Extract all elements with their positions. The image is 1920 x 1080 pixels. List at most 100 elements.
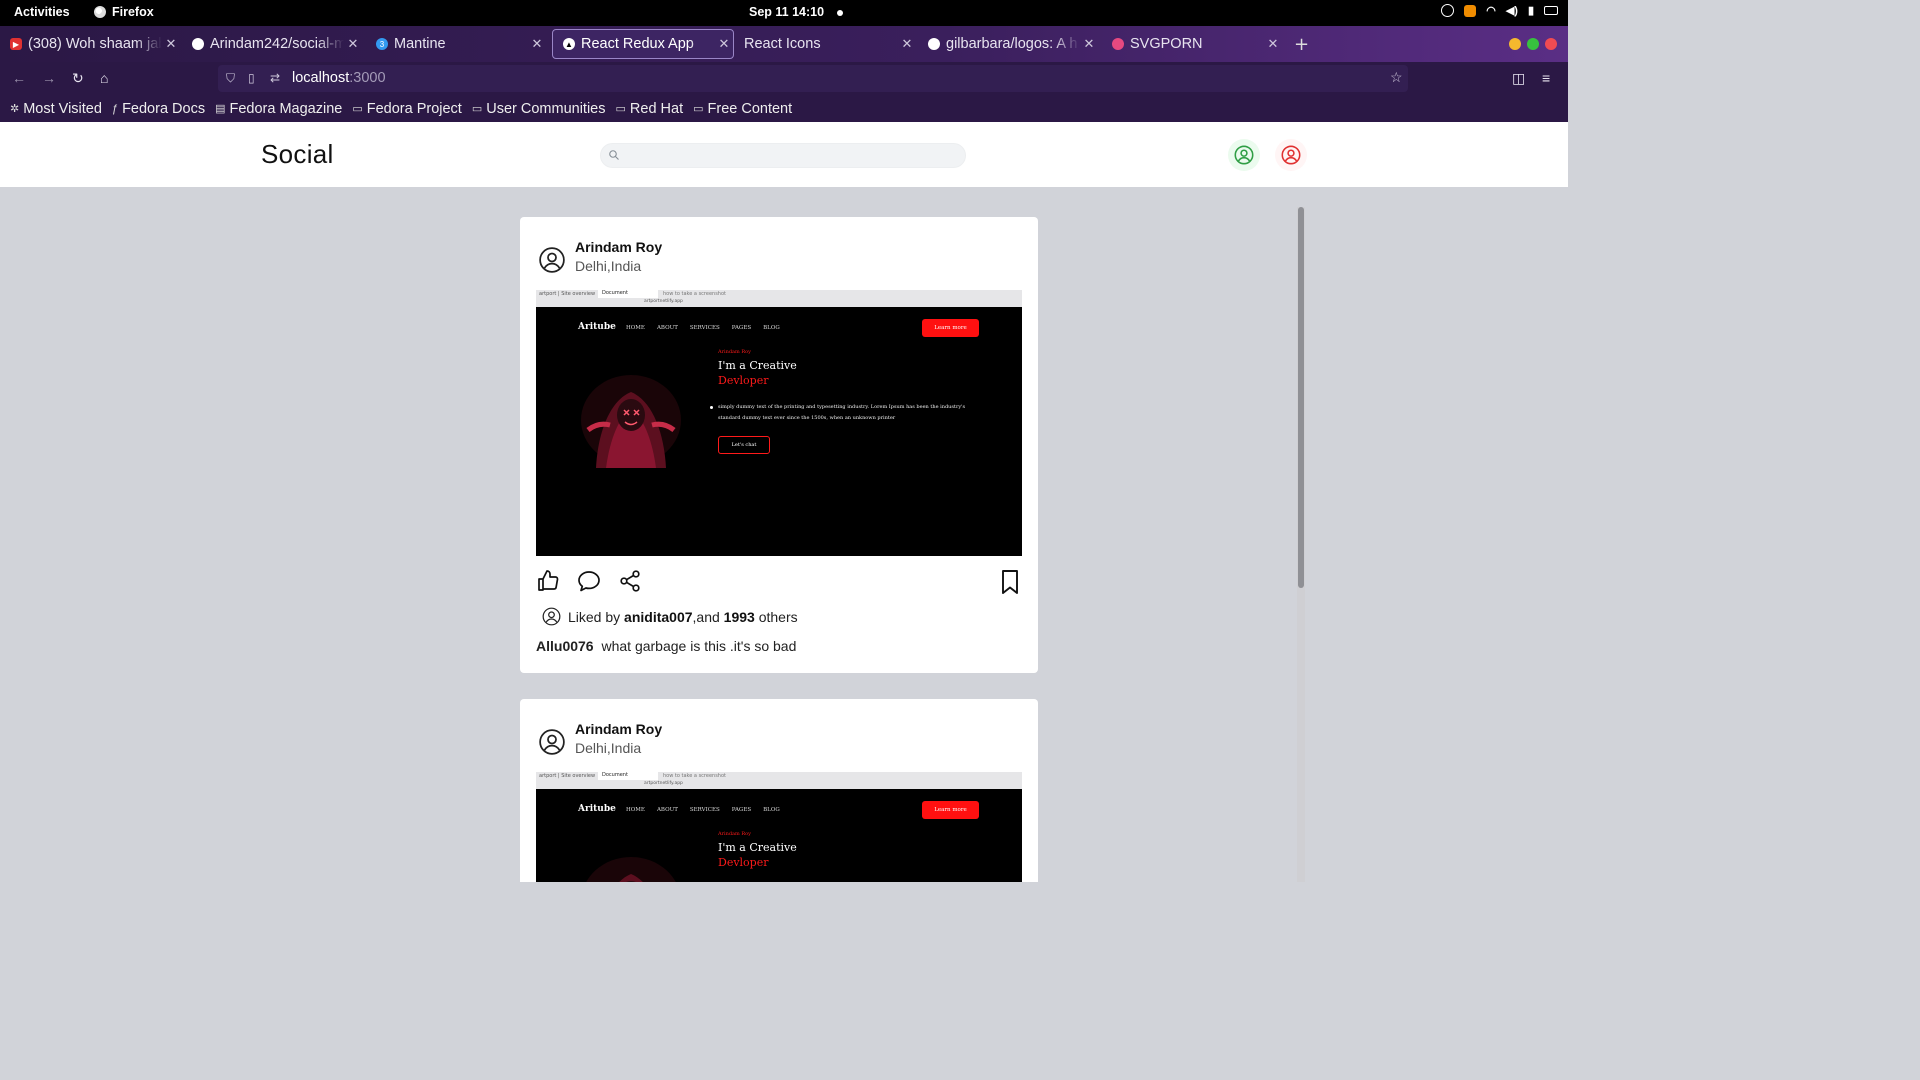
bookmark-red-hat[interactable]: ▭ Red Hat <box>616 101 684 117</box>
search-bar[interactable] <box>600 143 966 168</box>
system-top-bar: Activities Firefox Sep 11 14:10 ◠ ◀) ▮ <box>0 0 1568 26</box>
user-circle-icon <box>1281 145 1301 165</box>
app-header: Social <box>0 122 1568 187</box>
logout-button[interactable] <box>1275 139 1307 171</box>
shield-icon[interactable]: ⛉ <box>226 71 235 86</box>
close-window-button[interactable] <box>1545 38 1557 50</box>
system-tray[interactable]: ◠ ◀) ▮ <box>1441 4 1558 17</box>
like-icon[interactable] <box>536 569 560 593</box>
close-tab-icon[interactable]: ✕ <box>1264 36 1282 52</box>
app-menu[interactable]: Firefox <box>94 5 154 19</box>
likes-prefix: Liked by <box>568 608 621 625</box>
navigation-toolbar: ← → ↻ ⌂ ⛉ ▯ ⇄ localhost:3000 ☆ ◫ ≡ <box>0 62 1568 95</box>
accessibility-icon[interactable] <box>1441 4 1455 17</box>
github-icon <box>928 38 940 50</box>
author-name[interactable]: Arindam Roy <box>575 721 662 737</box>
preview-browser-chrome: artport | Site overview Document how to … <box>536 772 1022 789</box>
preview-description: simply dummy text of the printing and ty… <box>718 404 966 421</box>
preview-tab: artport | Site overview <box>539 773 596 779</box>
volume-icon: ◀) <box>1505 5 1518 17</box>
post-image[interactable]: artport | Site overview Document how to … <box>536 772 1022 882</box>
author-location: Delhi,India <box>575 258 642 274</box>
preview-url: artportnetlify.app <box>644 781 683 786</box>
address-bar[interactable]: ⛉ ▯ ⇄ localhost:3000 ☆ <box>218 65 1408 92</box>
search-input[interactable] <box>625 144 960 167</box>
close-tab-icon[interactable]: ✕ <box>1080 36 1098 52</box>
preview-nav-item: PAGES <box>731 807 752 813</box>
post-image[interactable]: artport | Site overview Document how to … <box>536 290 1022 556</box>
comment-author[interactable]: Allu0076 <box>536 638 594 654</box>
preview-nav-item: ABOUT <box>656 807 678 813</box>
maximize-button[interactable] <box>1527 38 1539 50</box>
close-tab-icon[interactable]: ✕ <box>715 36 733 52</box>
bookmark-icon[interactable] <box>998 569 1022 595</box>
bookmark-star-icon[interactable]: ☆ <box>1390 69 1403 86</box>
back-icon[interactable]: ← <box>12 70 26 86</box>
preview-name: Arindam Roy <box>718 831 751 837</box>
tab-github-logos[interactable]: gilbarbara/logos: A h ✕ <box>918 29 1098 59</box>
preview-nav-item: SERVICES <box>689 807 720 813</box>
clock[interactable]: Sep 11 14:10 <box>749 5 824 19</box>
close-tab-icon[interactable]: ✕ <box>898 36 916 52</box>
hooded-figure-illustration <box>586 857 676 882</box>
bookmark-most-visited[interactable]: ✲ Most Visited <box>10 101 102 117</box>
author-name[interactable]: Arindam Roy <box>575 239 662 255</box>
minimize-button[interactable] <box>1509 38 1521 50</box>
reload-icon[interactable]: ↻ <box>72 70 84 87</box>
preview-nav-item: BLOG <box>763 807 780 813</box>
close-tab-icon[interactable]: ✕ <box>162 36 180 52</box>
scrollbar-thumb[interactable] <box>1298 207 1304 588</box>
bookmark-user-communities[interactable]: ▭ User Communities <box>472 101 606 117</box>
likes-count: 1993 <box>723 608 755 625</box>
menu-icon[interactable]: ≡ <box>1542 70 1550 86</box>
avatar[interactable] <box>537 727 567 757</box>
close-tab-icon[interactable]: ✕ <box>528 36 546 52</box>
home-icon[interactable]: ⌂ <box>100 70 108 86</box>
avatar[interactable] <box>537 245 567 275</box>
post-header: Arindam Roy Delhi,India <box>537 721 662 757</box>
tab-title: React Icons <box>744 36 821 52</box>
tab-react-icons[interactable]: React Icons ✕ <box>734 29 916 59</box>
url-text[interactable]: localhost:3000 <box>292 70 386 86</box>
svgporn-icon <box>1112 38 1124 50</box>
preview-nav-item: SERVICES <box>689 325 720 331</box>
tab-svgporn[interactable]: SVGPORN ✕ <box>1102 29 1282 59</box>
profile-button[interactable] <box>1228 139 1260 171</box>
comment-icon[interactable] <box>576 569 602 593</box>
pocket-icon[interactable]: ◫ <box>1512 70 1525 87</box>
share-icon[interactable] <box>618 569 642 593</box>
bookmark-fedora-docs[interactable]: ƒ Fedora Docs <box>112 101 205 117</box>
preview-nav-item: HOME <box>626 807 645 813</box>
folder-icon: ▭ <box>615 103 626 115</box>
preview-nav-item: BLOG <box>763 325 780 331</box>
tab-react-redux-app[interactable]: ▲ React Redux App ✕ <box>552 29 734 59</box>
tab-title: SVGPORN <box>1130 36 1203 52</box>
bookmark-free-content[interactable]: ▭ Free Content <box>693 101 792 117</box>
tab-title: (308) Woh shaam jab <box>28 36 162 52</box>
liked-by-user[interactable]: anidita007 <box>624 609 692 625</box>
app-logo[interactable]: Social <box>261 139 334 170</box>
new-tab-button[interactable]: + <box>1294 34 1309 55</box>
bookmark-fedora-magazine[interactable]: ▤ Fedora Magazine <box>215 101 342 117</box>
post-header: Arindam Roy Delhi,India <box>537 239 662 275</box>
fedora-icon: ƒ <box>111 102 119 115</box>
bookmark-fedora-project[interactable]: ▭ Fedora Project <box>352 101 462 117</box>
tab-title: gilbarbara/logos: A h <box>946 36 1078 52</box>
close-tab-icon[interactable]: ✕ <box>344 36 362 52</box>
tab-github-social[interactable]: Arindam242/social-m ✕ <box>182 29 362 59</box>
microphone-icon: ▮ <box>1527 5 1534 17</box>
forward-icon[interactable]: → <box>42 70 56 86</box>
activities-button[interactable]: Activities <box>14 5 70 19</box>
permissions-icon[interactable]: ⇄ <box>270 71 280 85</box>
tab-youtube[interactable]: ▶ (308) Woh shaam jab ✕ <box>0 29 180 59</box>
update-icon[interactable] <box>1464 4 1477 17</box>
url-port: :3000 <box>349 70 386 86</box>
tab-mantine[interactable]: 3 Mantine ✕ <box>366 29 546 59</box>
preview-url: artportnetlify.app <box>644 299 683 304</box>
page-icon[interactable]: ▯ <box>248 71 255 85</box>
preview-tab: how to take a screenshot <box>663 773 726 779</box>
preview-headline-accent: Devloper <box>718 374 769 387</box>
tab-title: Arindam242/social-m <box>210 36 344 52</box>
firefox-icon <box>94 6 106 18</box>
likes-suffix: others <box>758 608 798 625</box>
